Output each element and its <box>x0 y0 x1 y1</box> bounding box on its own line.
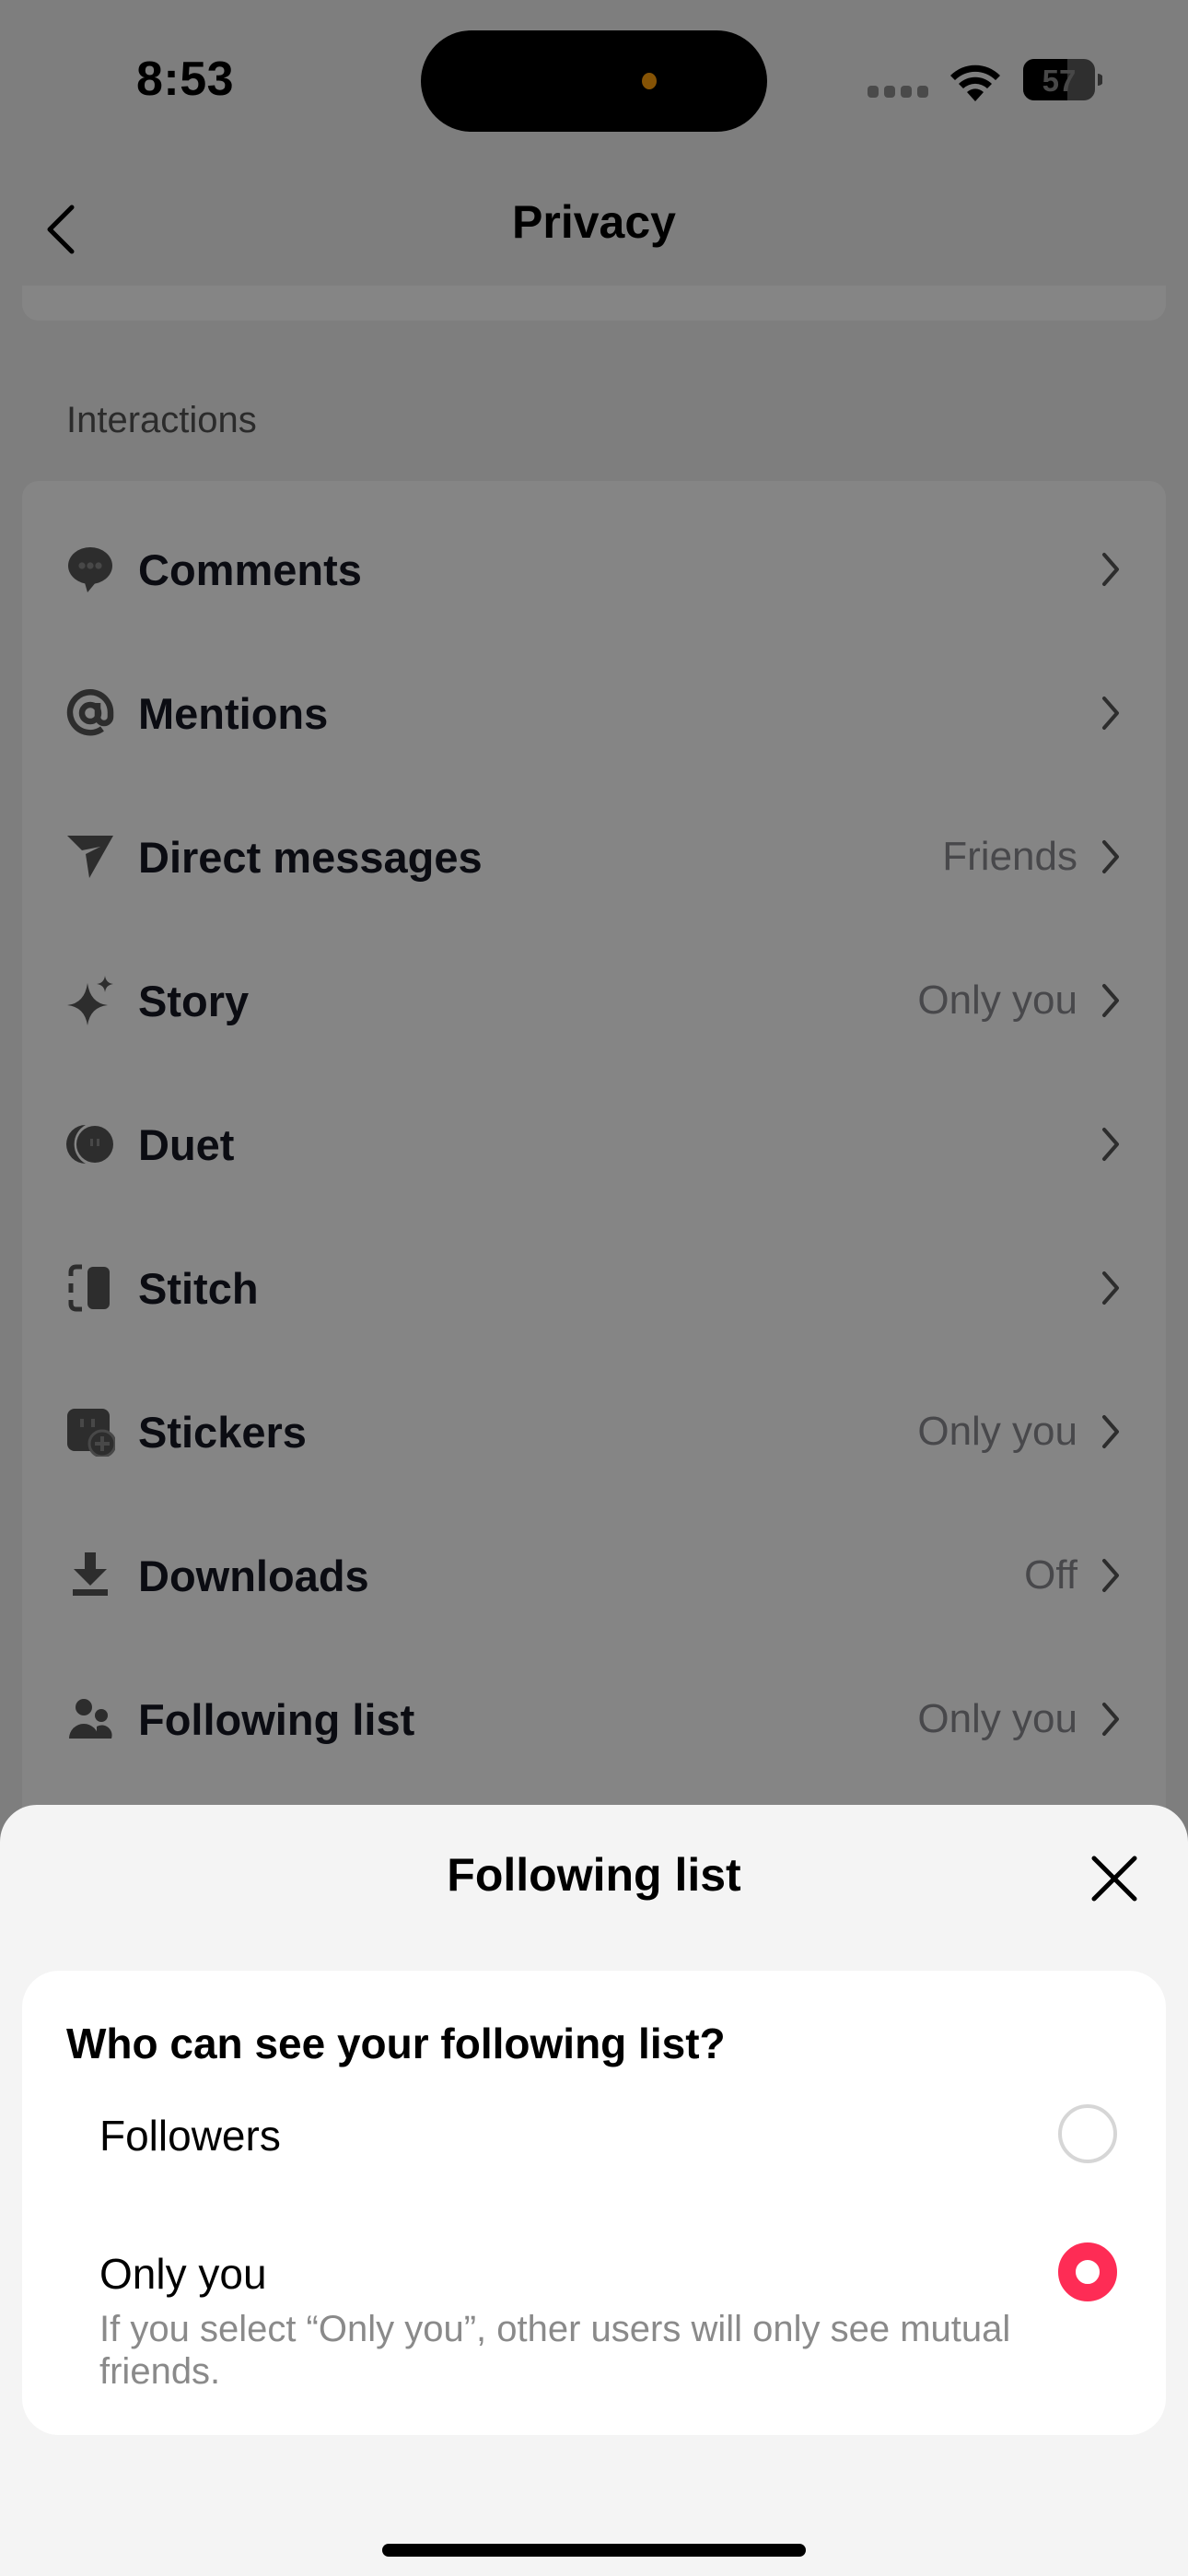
close-button[interactable] <box>1089 1853 1140 1904</box>
close-icon <box>1091 1856 1137 1902</box>
radio-followers[interactable] <box>1058 2104 1117 2163</box>
home-indicator[interactable] <box>382 2544 806 2557</box>
option-label: Only you <box>99 2250 267 2298</box>
option-only-you[interactable]: Only you If you select “Only you”, other… <box>22 2238 1166 2422</box>
option-description: If you select “Only you”, other users wi… <box>99 2309 1011 2392</box>
following-list-sheet: Following list Who can see your followin… <box>0 1805 1188 2576</box>
option-question: Who can see your following list? <box>66 2020 726 2067</box>
option-followers[interactable]: Followers <box>22 2100 1166 2210</box>
radio-only-you[interactable] <box>1058 2242 1117 2301</box>
options-card: Who can see your following list? Followe… <box>22 1971 1166 2435</box>
option-label: Followers <box>99 2112 281 2160</box>
sheet-title: Following list <box>447 1849 741 1901</box>
